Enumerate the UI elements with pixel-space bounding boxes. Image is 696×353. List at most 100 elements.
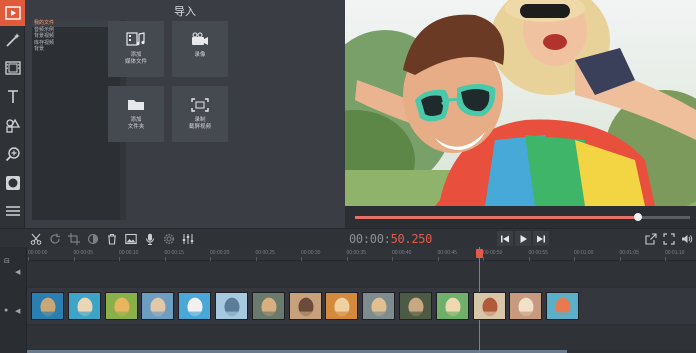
tick-mark	[665, 257, 666, 261]
add-media-icon	[126, 32, 145, 46]
clip-thumbnail	[400, 293, 431, 319]
record-icon	[5, 176, 20, 190]
add-media-files-button[interactable]: 添加 媒体文件	[108, 21, 164, 77]
track-mute-icon[interactable]: ◀	[15, 307, 20, 315]
audio-equalizer-button[interactable]	[180, 231, 196, 246]
track-volume-icon[interactable]: ◀	[15, 268, 20, 276]
tick-mark	[210, 257, 211, 261]
skip-back-button[interactable]	[497, 231, 513, 246]
progress-knob[interactable]	[634, 213, 643, 221]
add-folder-button[interactable]: 添加 文件夹	[108, 86, 164, 142]
insert-image-button[interactable]	[123, 231, 139, 246]
track-headers: ⊟ ◀ ● ◀	[0, 247, 27, 353]
menu-icon	[5, 206, 20, 216]
tick-label: 00:00:00	[28, 250, 48, 256]
record-video-button[interactable]: 录像	[172, 21, 228, 77]
screen-capture-button[interactable]: 录制 截屏视频	[172, 86, 228, 142]
color-adjust-icon	[87, 233, 99, 244]
tick-label: 00:00:40	[392, 250, 412, 256]
folder-icon	[128, 100, 144, 110]
volume-button[interactable]	[679, 231, 695, 246]
record-video-label: 录像	[194, 52, 206, 58]
video-clip[interactable]	[399, 292, 432, 320]
clip-thumbnail	[547, 293, 579, 319]
import-tool-button[interactable]	[0, 0, 25, 26]
crop-button[interactable]	[66, 231, 82, 246]
tick-mark	[73, 257, 75, 261]
video-clip[interactable]	[362, 292, 396, 320]
clip-thumbnail	[436, 293, 468, 319]
screen-capture-icon	[191, 98, 209, 112]
tick-mark	[392, 257, 393, 261]
skip-back-icon	[501, 235, 509, 242]
video-clip[interactable]	[141, 292, 175, 320]
stickers-tool-button[interactable]	[0, 112, 25, 138]
playback-progress-bar[interactable]	[355, 213, 690, 221]
clip-thumbnail	[179, 293, 211, 319]
cut-button[interactable]	[28, 231, 44, 246]
microphone-icon	[146, 233, 154, 245]
audio-track[interactable]	[27, 326, 696, 350]
record-audio-button[interactable]	[142, 231, 158, 246]
tick-mark	[301, 257, 302, 261]
zoom-tool-button[interactable]	[0, 141, 25, 167]
tick-mark	[619, 257, 621, 261]
skip-forward-icon	[537, 235, 545, 242]
export-icon	[645, 232, 657, 245]
clip-thumbnail	[473, 293, 505, 319]
rotate-icon	[50, 233, 60, 244]
clip-thumbnail	[252, 293, 284, 319]
fullscreen-button[interactable]	[661, 231, 677, 246]
video-clip[interactable]	[104, 292, 138, 320]
video-clip[interactable]	[31, 292, 64, 320]
delete-button[interactable]	[104, 231, 120, 246]
video-clip[interactable]	[325, 292, 359, 320]
timeline-ruler[interactable]: 00:00:00 00:00:05 00:00:10 00:00:15 00:00:20…	[27, 247, 696, 261]
video-clip[interactable]	[288, 292, 322, 320]
track-visibility-icon[interactable]: ●	[4, 307, 8, 314]
video-clip[interactable]	[509, 292, 543, 320]
panel-title: 导入	[174, 6, 196, 18]
transitions-tool-button[interactable]	[0, 55, 25, 81]
tick-mark	[483, 257, 484, 261]
fullscreen-icon	[663, 232, 675, 245]
video-preview[interactable]	[345, 0, 696, 206]
timeline: ⊟ ◀ ● ◀ 00:00:00 00:00:05 00:00:10 00:00:15…	[0, 247, 696, 353]
tick-mark	[437, 257, 439, 261]
video-clip[interactable]	[251, 292, 285, 320]
clip-thumbnail	[289, 293, 321, 319]
video-clip[interactable]	[435, 292, 469, 320]
video-clip[interactable]	[472, 292, 506, 320]
more-tools-button[interactable]	[0, 198, 25, 224]
tick-label: 00:00:05	[73, 250, 93, 256]
titles-tool-button[interactable]	[0, 84, 25, 110]
screen-capture-label: 录制 截屏视频	[188, 117, 211, 130]
video-clip[interactable]	[215, 292, 248, 320]
record-tool-button[interactable]	[0, 170, 25, 196]
export-button[interactable]	[643, 231, 659, 246]
effects-tool-button[interactable]	[0, 27, 25, 53]
delete-icon	[108, 233, 116, 245]
clip-thumbnail	[326, 293, 358, 319]
rotate-button[interactable]	[47, 231, 63, 246]
track-link-icon[interactable]: ⊟	[4, 257, 10, 265]
video-clip[interactable]	[67, 292, 101, 320]
overlay-track[interactable]	[27, 262, 696, 286]
video-clip[interactable]	[546, 292, 580, 320]
add-media-label: 添加 媒体文件	[124, 52, 147, 65]
playback-bar	[345, 206, 696, 228]
tick-label: 00:00:45	[437, 250, 457, 256]
tick-label: 00:00:35	[346, 250, 366, 256]
skip-forward-button[interactable]	[533, 231, 549, 246]
clip-thumbnail	[68, 293, 100, 319]
volume-icon	[682, 234, 693, 243]
color-adjust-button[interactable]	[85, 231, 101, 246]
tick-label: 00:00:55	[528, 250, 548, 256]
crop-icon	[68, 232, 80, 245]
video-clip[interactable]	[178, 292, 212, 320]
clip-settings-button[interactable]	[161, 231, 177, 246]
timecode-display: 00:00:50.250	[349, 232, 432, 246]
cut-icon	[30, 233, 42, 245]
play-button[interactable]	[515, 231, 531, 246]
tick-label: 00:00:50	[483, 250, 503, 256]
